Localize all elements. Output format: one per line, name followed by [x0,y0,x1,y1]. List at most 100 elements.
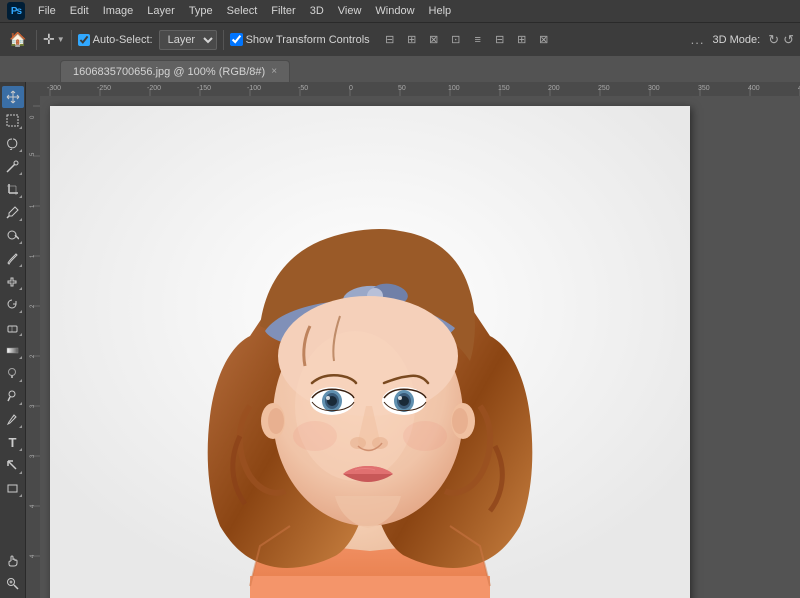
menu-file[interactable]: File [32,3,62,19]
svg-text:-300: -300 [47,85,61,92]
tool-lasso[interactable] [2,132,24,154]
align-right-icon[interactable]: ⊠ [424,30,444,50]
main-area: T -300 [0,82,800,598]
options-more-group: ... 3D Mode: ↻ ↺ [691,32,794,48]
menu-edit[interactable]: Edit [64,3,95,19]
canvas-area: -300 -250 -200 -150 -100 -50 0 50 100 15… [26,82,800,598]
separator-1 [36,30,37,50]
align-center-icon[interactable]: ⊞ [402,30,422,50]
document-canvas[interactable] [50,106,690,598]
svg-text:4: 4 [30,504,36,508]
show-transform-checkbox[interactable] [230,33,243,46]
toolbar: T [0,82,26,598]
tool-triangle-pen [19,425,22,428]
tool-blur[interactable] [2,362,24,384]
tool-triangle-magic-wand [19,172,22,175]
tool-pen[interactable] [2,408,24,430]
menu-layer[interactable]: Layer [141,3,181,19]
align-top-icon[interactable]: ⊡ [446,30,466,50]
menu-filter[interactable]: Filter [265,3,301,19]
home-icon[interactable]: 🏠 [6,28,30,52]
tool-triangle-path [19,471,22,474]
svg-text:100: 100 [448,85,460,92]
show-transform-label: Show Transform Controls [230,33,370,46]
svg-text:-250: -250 [97,85,111,92]
rotate-icons-group: ↻ ↺ [768,32,794,48]
menu-view[interactable]: View [332,3,368,19]
svg-text:-200: -200 [147,85,161,92]
menu-select[interactable]: Select [221,3,264,19]
document-tab[interactable]: 1606835700656.jpg @ 100% (RGB/8#) × [60,60,290,82]
tool-marquee[interactable] [2,109,24,131]
menu-help[interactable]: Help [423,3,458,19]
more-options-icon[interactable]: ... [691,32,705,47]
svg-text:-150: -150 [197,85,211,92]
svg-text:-50: -50 [298,85,308,92]
tool-triangle-shape [19,494,22,497]
tool-zoom[interactable] [2,572,24,594]
svg-text:50: 50 [398,85,406,92]
menu-3d[interactable]: 3D [304,3,330,19]
tab-close-button[interactable]: × [271,66,277,77]
svg-text:250: 250 [598,85,610,92]
tab-filename: 1606835700656.jpg @ 100% (RGB/8#) [73,66,265,78]
ps-logo-icon[interactable]: Ps [6,1,26,21]
tool-shape[interactable] [2,477,24,499]
tool-triangle-history [19,310,22,313]
svg-text:0: 0 [30,115,36,119]
svg-text:300: 300 [648,85,660,92]
tool-history-brush[interactable] [2,293,24,315]
tool-eraser[interactable] [2,316,24,338]
menu-bar: Ps File Edit Image Layer Type Select Fil… [0,0,800,22]
svg-text:3: 3 [30,404,36,408]
tool-triangle-type [19,448,22,451]
tab-bar: 1606835700656.jpg @ 100% (RGB/8#) × [0,56,800,82]
move-tool-options: ✛ ▼ [43,31,65,48]
tool-hand[interactable] [2,549,24,571]
separator-2 [71,30,72,50]
tool-gradient[interactable] [2,339,24,361]
tool-crop[interactable] [2,178,24,200]
tool-move[interactable] [2,86,24,108]
ruler-corner [26,82,40,96]
align-left-icon[interactable]: ⊟ [380,30,400,50]
tool-magic-wand[interactable] [2,155,24,177]
distribute-icon[interactable]: ≡ [468,30,488,50]
distribute-3-icon[interactable]: ⊞ [512,30,532,50]
distribute-2-icon[interactable]: ⊟ [490,30,510,50]
tool-healing-brush[interactable] [2,224,24,246]
menu-image[interactable]: Image [97,3,140,19]
layer-dropdown[interactable]: Layer [159,30,217,50]
tool-triangle-crop [19,195,22,198]
svg-text:0: 0 [349,85,353,92]
svg-text:2: 2 [30,304,36,308]
tool-triangle-blur [19,379,22,382]
svg-text:1: 1 [30,254,36,258]
tool-eyedropper[interactable] [2,201,24,223]
svg-text:400: 400 [748,85,760,92]
tool-triangle-eraser [19,333,22,336]
distribute-4-icon[interactable]: ⊠ [534,30,554,50]
svg-text:150: 150 [498,85,510,92]
tool-dodge[interactable] [2,385,24,407]
ps-logo: Ps [7,2,25,20]
svg-text:4: 4 [30,554,36,558]
svg-text:200: 200 [548,85,560,92]
auto-select-checkbox[interactable] [78,34,90,46]
tool-clone-stamp[interactable] [2,270,24,292]
tool-path-selection[interactable] [2,454,24,476]
svg-text:5: 5 [30,152,36,156]
tool-brush[interactable] [2,247,24,269]
menu-type[interactable]: Type [183,3,219,19]
rotate-cw-icon[interactable]: ↻ [768,32,779,48]
tool-triangle-brush [19,264,22,267]
rotate-ccw-icon[interactable]: ↺ [783,32,794,48]
ruler-top: -300 -250 -200 -150 -100 -50 0 50 100 15… [40,82,800,96]
menu-window[interactable]: Window [369,3,420,19]
tool-triangle-healing [19,241,22,244]
separator-3 [223,30,224,50]
options-bar: 🏠 ✛ ▼ Auto-Select: Layer Show Transform … [0,22,800,56]
tool-type[interactable]: T [2,431,24,453]
move-dropdown-arrow[interactable]: ▼ [57,35,65,44]
auto-select-label: Auto-Select: [78,34,153,46]
